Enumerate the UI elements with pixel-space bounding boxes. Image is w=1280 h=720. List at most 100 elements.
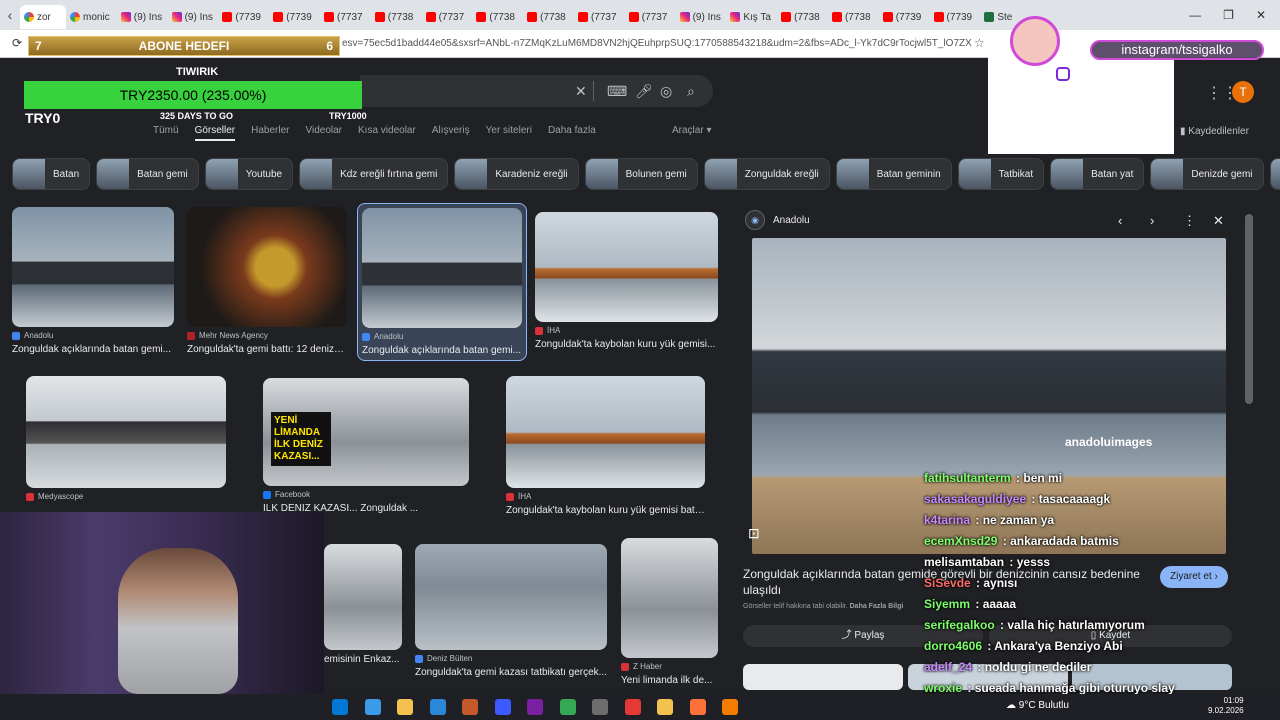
result-caption[interactable]: emisinin Enkaz... <box>324 654 402 665</box>
browser-tab[interactable]: (7738 <box>472 5 523 29</box>
search-icon[interactable]: ⌕ <box>687 83 695 100</box>
bookmark-star-icon[interactable]: ☆ <box>974 36 985 50</box>
tools-button[interactable]: Araçlar ▾ <box>672 125 712 136</box>
related-chip[interactable]: Tatbikat <box>957 158 1045 190</box>
browser-tab[interactable]: (7739 <box>218 5 269 29</box>
weather-widget[interactable]: ☁ 9°C Bulutlu <box>1006 700 1069 711</box>
browser-tab[interactable]: (7738 <box>777 5 828 29</box>
browser-tab[interactable]: (7737 <box>320 5 371 29</box>
browser-tab[interactable]: (7738 <box>523 5 574 29</box>
browser-tab[interactable]: (7737 <box>574 5 625 29</box>
browser-tab[interactable]: (7737 <box>625 5 676 29</box>
result-thumbnail[interactable] <box>535 212 718 322</box>
maximize-icon[interactable]: ❐ <box>1223 8 1234 22</box>
related-chip[interactable]: Denizde gemi <box>1150 158 1264 190</box>
close-window-icon[interactable]: ✕ <box>1256 8 1266 22</box>
result-caption[interactable]: Zonguldak açıklarında batan gemi... <box>12 344 174 355</box>
lens-icon[interactable]: ◎ <box>660 83 672 100</box>
result-caption[interactable]: Zonguldak'ta kaybolan kuru yük gemisi... <box>535 339 718 350</box>
search-input[interactable]: ✕ ⌨ 🎤︎ ◎ ⌕ <box>360 75 713 107</box>
saved-button[interactable]: ▮ Kaydedilenler <box>1180 126 1249 137</box>
browser-tab[interactable]: monic <box>66 5 117 29</box>
more-options-icon[interactable]: ⋮ <box>1183 213 1196 229</box>
filter-tab[interactable]: Alışveriş <box>432 125 470 141</box>
image-result[interactable]: Anadolu Zonguldak açıklarında batan gemi.… <box>357 203 527 361</box>
learn-more-link[interactable]: Daha Fazla Bilgi <box>850 603 904 610</box>
image-result[interactable]: Deniz Bülten Zonguldak'ta gemi kazası tat… <box>415 544 607 678</box>
close-preview-icon[interactable]: ✕ <box>1213 213 1224 229</box>
lens-search-icon[interactable]: ⊡ <box>748 525 760 542</box>
keyboard-icon[interactable]: ⌨ <box>607 83 627 100</box>
filter-tab[interactable]: Kısa videolar <box>358 125 416 141</box>
result-thumbnail[interactable] <box>12 207 174 327</box>
result-source[interactable]: Z Haber <box>621 662 718 671</box>
related-chip[interactable]: Zonguldak ereğli <box>703 158 830 190</box>
filter-tab[interactable]: Görseller <box>194 125 236 141</box>
vlc-icon[interactable] <box>722 699 738 715</box>
browser-tab[interactable]: (9) Ins <box>117 5 168 29</box>
browser-tab[interactable]: (7739 <box>269 5 320 29</box>
related-chip[interactable]: Bolunen gemi <box>584 158 698 190</box>
image-result[interactable]: Anadolu Zonguldak açıklarında batan gemi.… <box>12 207 174 355</box>
result-caption[interactable]: Zonguldak'ta gemi battı: 12 denizc... <box>187 344 347 355</box>
image-result[interactable]: Z Haber Yeni limanda ilk de... <box>621 538 718 686</box>
filter-tab[interactable]: Yer siteleri <box>486 125 532 141</box>
result-source[interactable]: Deniz Bülten <box>415 654 607 663</box>
previous-icon[interactable]: ‹ <box>1118 213 1122 228</box>
related-chip[interactable]: Karadeniz ereğli <box>454 158 579 190</box>
result-caption[interactable]: Yeni limanda ilk de... <box>621 675 718 686</box>
result-thumbnail[interactable] <box>324 544 402 650</box>
panel-scrollbar[interactable] <box>1245 214 1253 404</box>
browser-tab[interactable]: (7737 <box>422 5 473 29</box>
result-thumbnail[interactable] <box>621 538 718 658</box>
result-thumbnail[interactable] <box>362 208 522 328</box>
dropbox-icon[interactable] <box>494 699 511 715</box>
system-clock[interactable]: 01:09 9.02.2026 <box>1208 696 1244 716</box>
avatar[interactable]: T <box>1232 81 1254 103</box>
preview-source[interactable]: Anadolu <box>773 215 810 226</box>
result-caption[interactable]: Zonguldak'ta gemi kazası tatbikatı gerçe… <box>415 667 607 678</box>
obs-icon[interactable] <box>624 699 641 715</box>
filter-tab[interactable]: Haberler <box>251 125 289 141</box>
browser-tab[interactable]: (9) Ins <box>676 5 727 29</box>
browser-tab[interactable]: Kış Ta <box>726 5 777 29</box>
app-icon[interactable] <box>462 699 478 715</box>
browser-tab[interactable]: (9) Ins <box>168 5 219 29</box>
result-source[interactable]: Medyascope <box>26 492 226 501</box>
related-chip[interactable]: Yaş <box>1269 158 1280 190</box>
result-thumbnail[interactable] <box>415 544 607 650</box>
next-icon[interactable]: › <box>1150 213 1154 228</box>
related-chip[interactable]: Batan <box>12 158 91 190</box>
browser-tab[interactable]: (7739 <box>879 5 930 29</box>
image-result[interactable]: İHA Zonguldak'ta kaybolan kuru yük gemisi… <box>535 212 718 350</box>
filter-tab[interactable]: Tümü <box>153 125 179 141</box>
result-thumbnail[interactable] <box>187 207 347 327</box>
result-source[interactable]: Facebook <box>263 490 469 499</box>
result-thumbnail[interactable] <box>26 376 226 488</box>
related-chip[interactable]: Batan geminin <box>835 158 952 190</box>
clear-search-icon[interactable]: ✕ <box>575 83 587 100</box>
files-icon[interactable] <box>397 699 413 715</box>
result-source[interactable]: İHA <box>535 326 718 335</box>
result-source[interactable]: Anadolu <box>12 331 174 340</box>
browser-tab[interactable]: (7738 <box>371 5 422 29</box>
premiere-icon[interactable] <box>527 699 543 715</box>
chrome-icon[interactable] <box>559 699 576 715</box>
result-source[interactable]: İHA <box>506 492 705 501</box>
microphone-icon[interactable]: 🎤︎ <box>635 83 653 100</box>
related-chip[interactable]: Batan gemi <box>96 158 199 190</box>
related-thumb[interactable] <box>743 664 903 690</box>
result-source[interactable]: Anadolu <box>362 332 522 341</box>
related-chip[interactable]: Kdz ereğli fırtına gemi <box>299 158 449 190</box>
filter-tab[interactable]: Daha fazla <box>548 125 596 141</box>
browser-tab[interactable]: (7738 <box>828 5 879 29</box>
result-thumbnail[interactable] <box>506 376 705 488</box>
firefox-icon[interactable] <box>689 699 706 715</box>
browser-tab[interactable]: zor <box>20 5 66 29</box>
url-text[interactable]: esv=75ec5d1badd44e05&sxsrf=ANbL-n7ZMqKzL… <box>342 38 972 49</box>
mail-icon[interactable] <box>429 699 446 715</box>
edge-icon[interactable] <box>332 699 348 715</box>
image-result[interactable]: İHA Zonguldak'ta kaybolan kuru yük gemisi… <box>506 376 705 516</box>
image-result[interactable]: Medyascope <box>26 376 226 501</box>
result-thumbnail[interactable]: YENİ LİMANDA İLK DENİZ KAZASI... <box>263 378 469 486</box>
